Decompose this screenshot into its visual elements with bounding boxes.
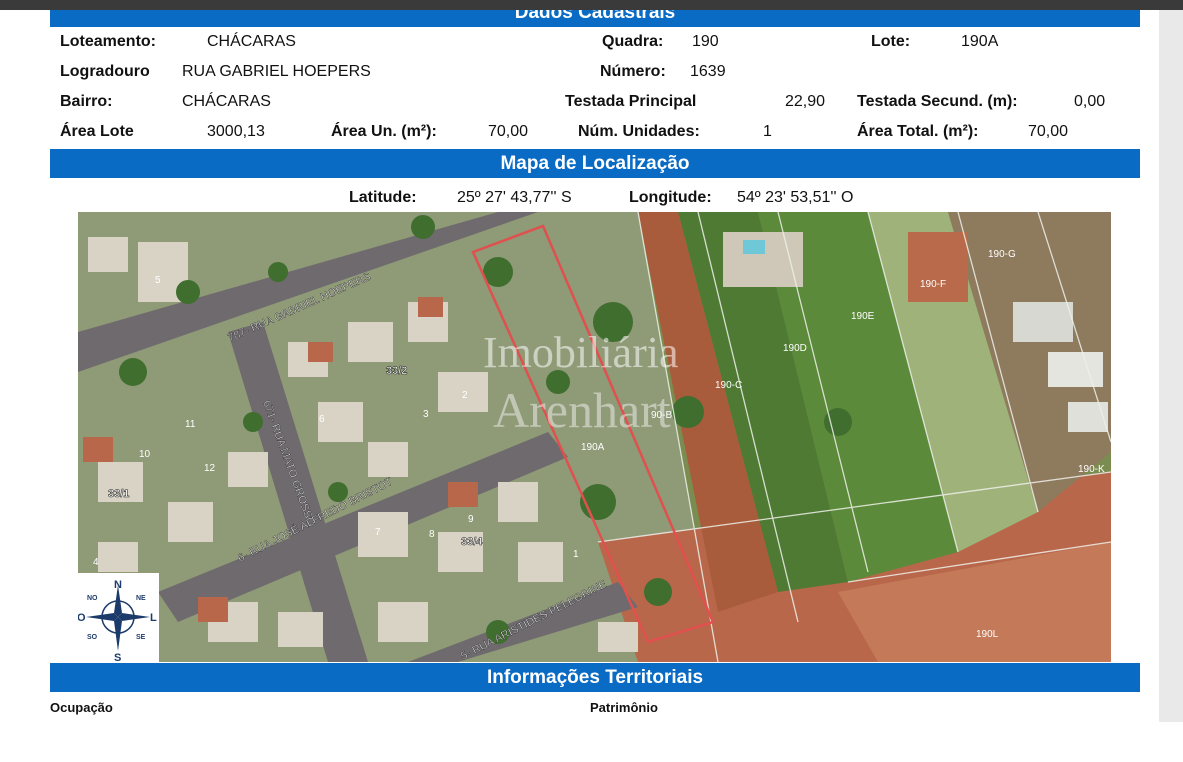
compass-so: SO (87, 634, 98, 641)
loteamento-label: Loteamento: (60, 33, 156, 50)
num-unidades-label: Núm. Unidades: (578, 123, 700, 140)
quadra-label: Quadra: (602, 33, 664, 50)
document-page: Dados Cadastrais Loteamento: CHÁCARAS Qu… (0, 10, 1159, 722)
lot-label: 5 (155, 275, 161, 286)
numero-label: Número: (600, 63, 666, 80)
lot-label: 190L (976, 629, 999, 640)
lot-label: 90-B (651, 410, 672, 421)
compass-s: S (114, 652, 121, 662)
area-lote-label: Área Lote (60, 123, 134, 140)
loteamento-value: CHÁCARAS (207, 33, 296, 50)
lot-label: 190-C (715, 380, 742, 391)
logradouro-label: Logradouro (60, 63, 150, 80)
area-total-value: 70,00 (1028, 123, 1069, 140)
compass-se: SE (136, 634, 146, 641)
numero-value: 1639 (690, 63, 726, 80)
lot-label: 10 (139, 449, 151, 460)
area-un-label: Área Un. (m²): (331, 123, 437, 140)
lot-label: 9 (468, 514, 474, 525)
lot-label: 190-G (988, 249, 1016, 260)
lote-label: Lote: (871, 33, 911, 50)
lot-label: 3 (423, 409, 429, 420)
testada-principal-value: 22,90 (785, 93, 826, 110)
patrimonio-label: Patrimônio (590, 700, 658, 715)
watermark-line-1: Imobiliária (483, 328, 679, 377)
logradouro-value: RUA GABRIEL HOEPERS (182, 63, 371, 80)
block-label: 33/4 (461, 536, 483, 548)
quadra-value: 190 (692, 33, 719, 50)
section-header-cadastral: Dados Cadastrais (50, 10, 1140, 27)
lot-label: 7 (375, 527, 381, 538)
latitude-label: Latitude: (349, 189, 417, 206)
viewer-bottom-area (0, 722, 1183, 762)
block-label: 33/2 (386, 365, 407, 377)
lot-label: 2 (462, 390, 468, 401)
compass-no: NO (87, 595, 98, 602)
latitude-value: 25º 27' 43,77'' S (457, 189, 572, 206)
lot-label: 190A (581, 442, 605, 453)
lot-label: 190D (783, 343, 807, 354)
vertical-scrollbar[interactable] (1159, 10, 1183, 722)
lot-label: 190-K (1078, 464, 1105, 475)
watermark-line-2: Arenhart (493, 382, 671, 438)
lot-label: 190E (851, 311, 875, 322)
section-header-territorial: Informações Territoriais (50, 663, 1140, 692)
compass-n: N (114, 579, 122, 591)
area-un-value: 70,00 (488, 123, 529, 140)
ocupacao-label: Ocupação (50, 700, 113, 715)
area-total-label: Área Total. (m²): (857, 123, 979, 140)
lot-label: 11 (185, 419, 196, 430)
lote-value: 190A (961, 33, 999, 50)
longitude-value: 54º 23' 53,51'' O (737, 189, 854, 206)
compass-ne: NE (136, 595, 146, 602)
testada-secund-value: 0,00 (1074, 93, 1106, 110)
area-lote-value: 3000,13 (207, 123, 265, 140)
bairro-label: Bairro: (60, 93, 113, 110)
lot-label: 8 (429, 529, 435, 540)
lot-label: 12 (204, 463, 216, 474)
compass-l: L (150, 612, 157, 624)
compass-o: O (78, 612, 86, 624)
lot-label: 4 (93, 557, 99, 568)
num-unidades-value: 1 (763, 123, 772, 140)
longitude-label: Longitude: (629, 189, 712, 206)
block-label: 33/1 (108, 488, 129, 500)
compass-rose: N S O L NO NE SO SE (77, 573, 159, 664)
lot-label: 6 (319, 414, 325, 425)
testada-principal-label: Testada Principal (565, 93, 697, 110)
aerial-map: Imobiliária Arenhart 787- RUA GABRIEL HO… (78, 212, 1111, 662)
lot-label: 1 (573, 549, 579, 560)
bairro-value: CHÁCARAS (182, 93, 271, 110)
lot-label: 190-F (920, 279, 946, 290)
testada-secund-label: Testada Secund. (m): (857, 93, 1018, 110)
section-header-map: Mapa de Localização (50, 149, 1140, 178)
